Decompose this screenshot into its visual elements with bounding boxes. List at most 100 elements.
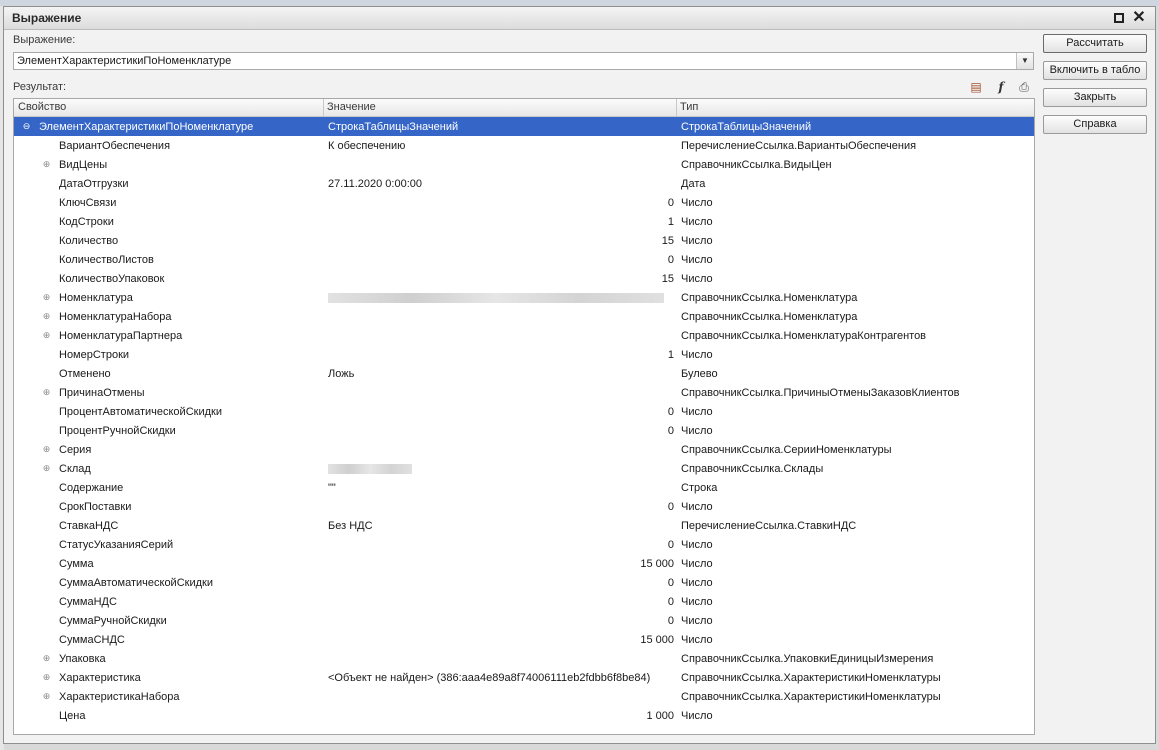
- redacted-value: [328, 293, 664, 303]
- expand-icon[interactable]: ⊕: [42, 692, 51, 701]
- property-type: Число: [681, 406, 713, 418]
- table-row[interactable]: ⊕ ВидЦены СправочникСсылка.ВидыЦен: [14, 155, 1034, 174]
- table-row[interactable]: СуммаРучнойСкидки 0 Число: [14, 611, 1034, 630]
- collapse-icon[interactable]: ⊖: [22, 122, 31, 131]
- property-name: СтатусУказанияСерий: [59, 539, 174, 551]
- property-value: 0: [667, 406, 674, 418]
- property-name: КодСтроки: [59, 216, 114, 228]
- table-row[interactable]: ДатаОтгрузки 27.11.2020 0:00:00 Дата: [14, 174, 1034, 193]
- maximize-icon[interactable]: [1111, 10, 1127, 26]
- property-name: СрокПоставки: [59, 501, 132, 513]
- property-name: Цена: [59, 710, 86, 722]
- property-name: КоличествоЛистов: [59, 254, 154, 266]
- print-icon[interactable]: ⎙: [1016, 79, 1032, 95]
- property-type: Число: [681, 710, 713, 722]
- property-value: К обеспечению: [328, 140, 406, 152]
- function-icon[interactable]: f: [993, 79, 1009, 95]
- table-row[interactable]: ВариантОбеспечения К обеспечению Перечисле…: [14, 136, 1034, 155]
- table-row[interactable]: КодСтроки 1 Число: [14, 212, 1034, 231]
- expression-label: Выражение:: [13, 34, 76, 46]
- column-header-property[interactable]: Свойство: [18, 101, 66, 113]
- table-row[interactable]: ⊖ ЭлементХарактеристикиПоНоменклатуре Стро…: [14, 117, 1034, 136]
- table-row[interactable]: ⊕ Серия СправочникСсылка.СерииНоменклатуры: [14, 440, 1034, 459]
- table-row[interactable]: КоличествоЛистов 0 Число: [14, 250, 1034, 269]
- table-row[interactable]: ⊕ ПричинаОтмены СправочникСсылка.ПричиныОт…: [14, 383, 1034, 402]
- table-row[interactable]: Содержание "" Строка: [14, 478, 1034, 497]
- expand-icon[interactable]: ⊕: [42, 312, 51, 321]
- table-row[interactable]: Отменено Ложь Булево: [14, 364, 1034, 383]
- table-row[interactable]: НомерСтроки 1 Число: [14, 345, 1034, 364]
- table-row[interactable]: Цена 1 000 Число: [14, 706, 1034, 725]
- column-divider[interactable]: [323, 99, 324, 116]
- expand-icon[interactable]: ⊕: [42, 160, 51, 169]
- table-row[interactable]: СтавкаНДС Без НДС ПеречислениеСсылка.Ставк…: [14, 516, 1034, 535]
- property-name: Содержание: [59, 482, 124, 494]
- table-row[interactable]: ⊕ Склад СправочникСсылка.Склады: [14, 459, 1034, 478]
- table-row[interactable]: Сумма 15 000 Число: [14, 554, 1034, 573]
- property-value: 15 000: [640, 558, 674, 570]
- property-name: Упаковка: [59, 653, 106, 665]
- include-in-watch-button[interactable]: Включить в табло: [1043, 61, 1147, 80]
- expression-dialog: Выражение ✕ Выражение: ЭлементХарактерис…: [3, 6, 1156, 744]
- property-name: НоменклатураНабора: [59, 311, 172, 323]
- expand-icon[interactable]: ⊕: [42, 293, 51, 302]
- property-value: 0: [667, 197, 674, 209]
- window-title: Выражение: [12, 11, 82, 25]
- table-row[interactable]: СтатусУказанияСерий 0 Число: [14, 535, 1034, 554]
- property-type: Число: [681, 254, 713, 266]
- report-icon[interactable]: ▤: [968, 79, 984, 95]
- property-type: Число: [681, 425, 713, 437]
- expression-value: ЭлементХарактеристикиПоНоменклатуре: [17, 55, 232, 67]
- property-value: 0: [667, 615, 674, 627]
- property-type: СправочникСсылка.НоменклатураКонтрагенто…: [681, 330, 927, 342]
- title-bar: Выражение ✕: [4, 7, 1155, 30]
- table-row[interactable]: КоличествоУпаковок 15 Число: [14, 269, 1034, 288]
- table-row[interactable]: СуммаСНДС 15 000 Число: [14, 630, 1034, 649]
- column-header-value[interactable]: Значение: [327, 101, 376, 113]
- close-button[interactable]: Закрыть: [1043, 88, 1147, 107]
- table-row[interactable]: ПроцентРучнойСкидки 0 Число: [14, 421, 1034, 440]
- expression-input[interactable]: ЭлементХарактеристикиПоНоменклатуре ▼: [13, 52, 1034, 70]
- property-name: Склад: [59, 463, 91, 475]
- close-icon[interactable]: ✕: [1131, 10, 1147, 26]
- help-button[interactable]: Справка: [1043, 115, 1147, 134]
- expand-icon[interactable]: ⊕: [42, 331, 51, 340]
- column-header-type[interactable]: Тип: [680, 101, 698, 113]
- table-row[interactable]: СуммаНДС 0 Число: [14, 592, 1034, 611]
- property-type: Число: [681, 558, 713, 570]
- expand-icon[interactable]: ⊕: [42, 445, 51, 454]
- column-divider[interactable]: [676, 99, 677, 116]
- table-row[interactable]: СуммаАвтоматическойСкидки 0 Число: [14, 573, 1034, 592]
- expand-icon[interactable]: ⊕: [42, 673, 51, 682]
- property-name: СуммаНДС: [59, 596, 117, 608]
- property-value: 0: [667, 596, 674, 608]
- table-row[interactable]: ⊕ ХарактеристикаНабора СправочникСсылка.Ха…: [14, 687, 1034, 706]
- table-row[interactable]: ⊕ Номенклатура СправочникСсылка.Номенклату…: [14, 288, 1034, 307]
- property-name: КоличествоУпаковок: [59, 273, 165, 285]
- calculate-button[interactable]: Рассчитать: [1043, 34, 1147, 53]
- property-type: Число: [681, 349, 713, 361]
- property-name: Серия: [59, 444, 92, 456]
- property-value: 1: [667, 216, 674, 228]
- table-row[interactable]: ⊕ Характеристика <Объект не найден> (386:a…: [14, 668, 1034, 687]
- table-row[interactable]: СрокПоставки 0 Число: [14, 497, 1034, 516]
- table-row[interactable]: ⊕ НоменклатураПартнера СправочникСсылка.Но…: [14, 326, 1034, 345]
- property-name: СуммаРучнойСкидки: [59, 615, 167, 627]
- expand-icon[interactable]: ⊕: [42, 464, 51, 473]
- property-type: СправочникСсылка.ПричиныОтменыЗаказовКли…: [681, 387, 960, 399]
- chevron-down-icon[interactable]: ▼: [1016, 53, 1033, 69]
- table-row[interactable]: ⊕ Упаковка СправочникСсылка.УпаковкиЕдиниц…: [14, 649, 1034, 668]
- property-name: Количество: [59, 235, 119, 247]
- table-row[interactable]: ⊕ НоменклатураНабора СправочникСсылка.Номе…: [14, 307, 1034, 326]
- table-row[interactable]: ПроцентАвтоматическойСкидки 0 Число: [14, 402, 1034, 421]
- expand-icon[interactable]: ⊕: [42, 654, 51, 663]
- property-name: ДатаОтгрузки: [59, 178, 129, 190]
- property-type: СтрокаТаблицыЗначений: [681, 121, 812, 133]
- table-body: ⊖ ЭлементХарактеристикиПоНоменклатуре Стро…: [14, 117, 1034, 725]
- table-row[interactable]: КлючСвязи 0 Число: [14, 193, 1034, 212]
- expand-icon[interactable]: ⊕: [42, 388, 51, 397]
- property-value: 15 000: [640, 634, 674, 646]
- table-row[interactable]: Количество 15 Число: [14, 231, 1034, 250]
- redacted-value: [328, 464, 412, 474]
- property-name: НоменклатураПартнера: [59, 330, 183, 342]
